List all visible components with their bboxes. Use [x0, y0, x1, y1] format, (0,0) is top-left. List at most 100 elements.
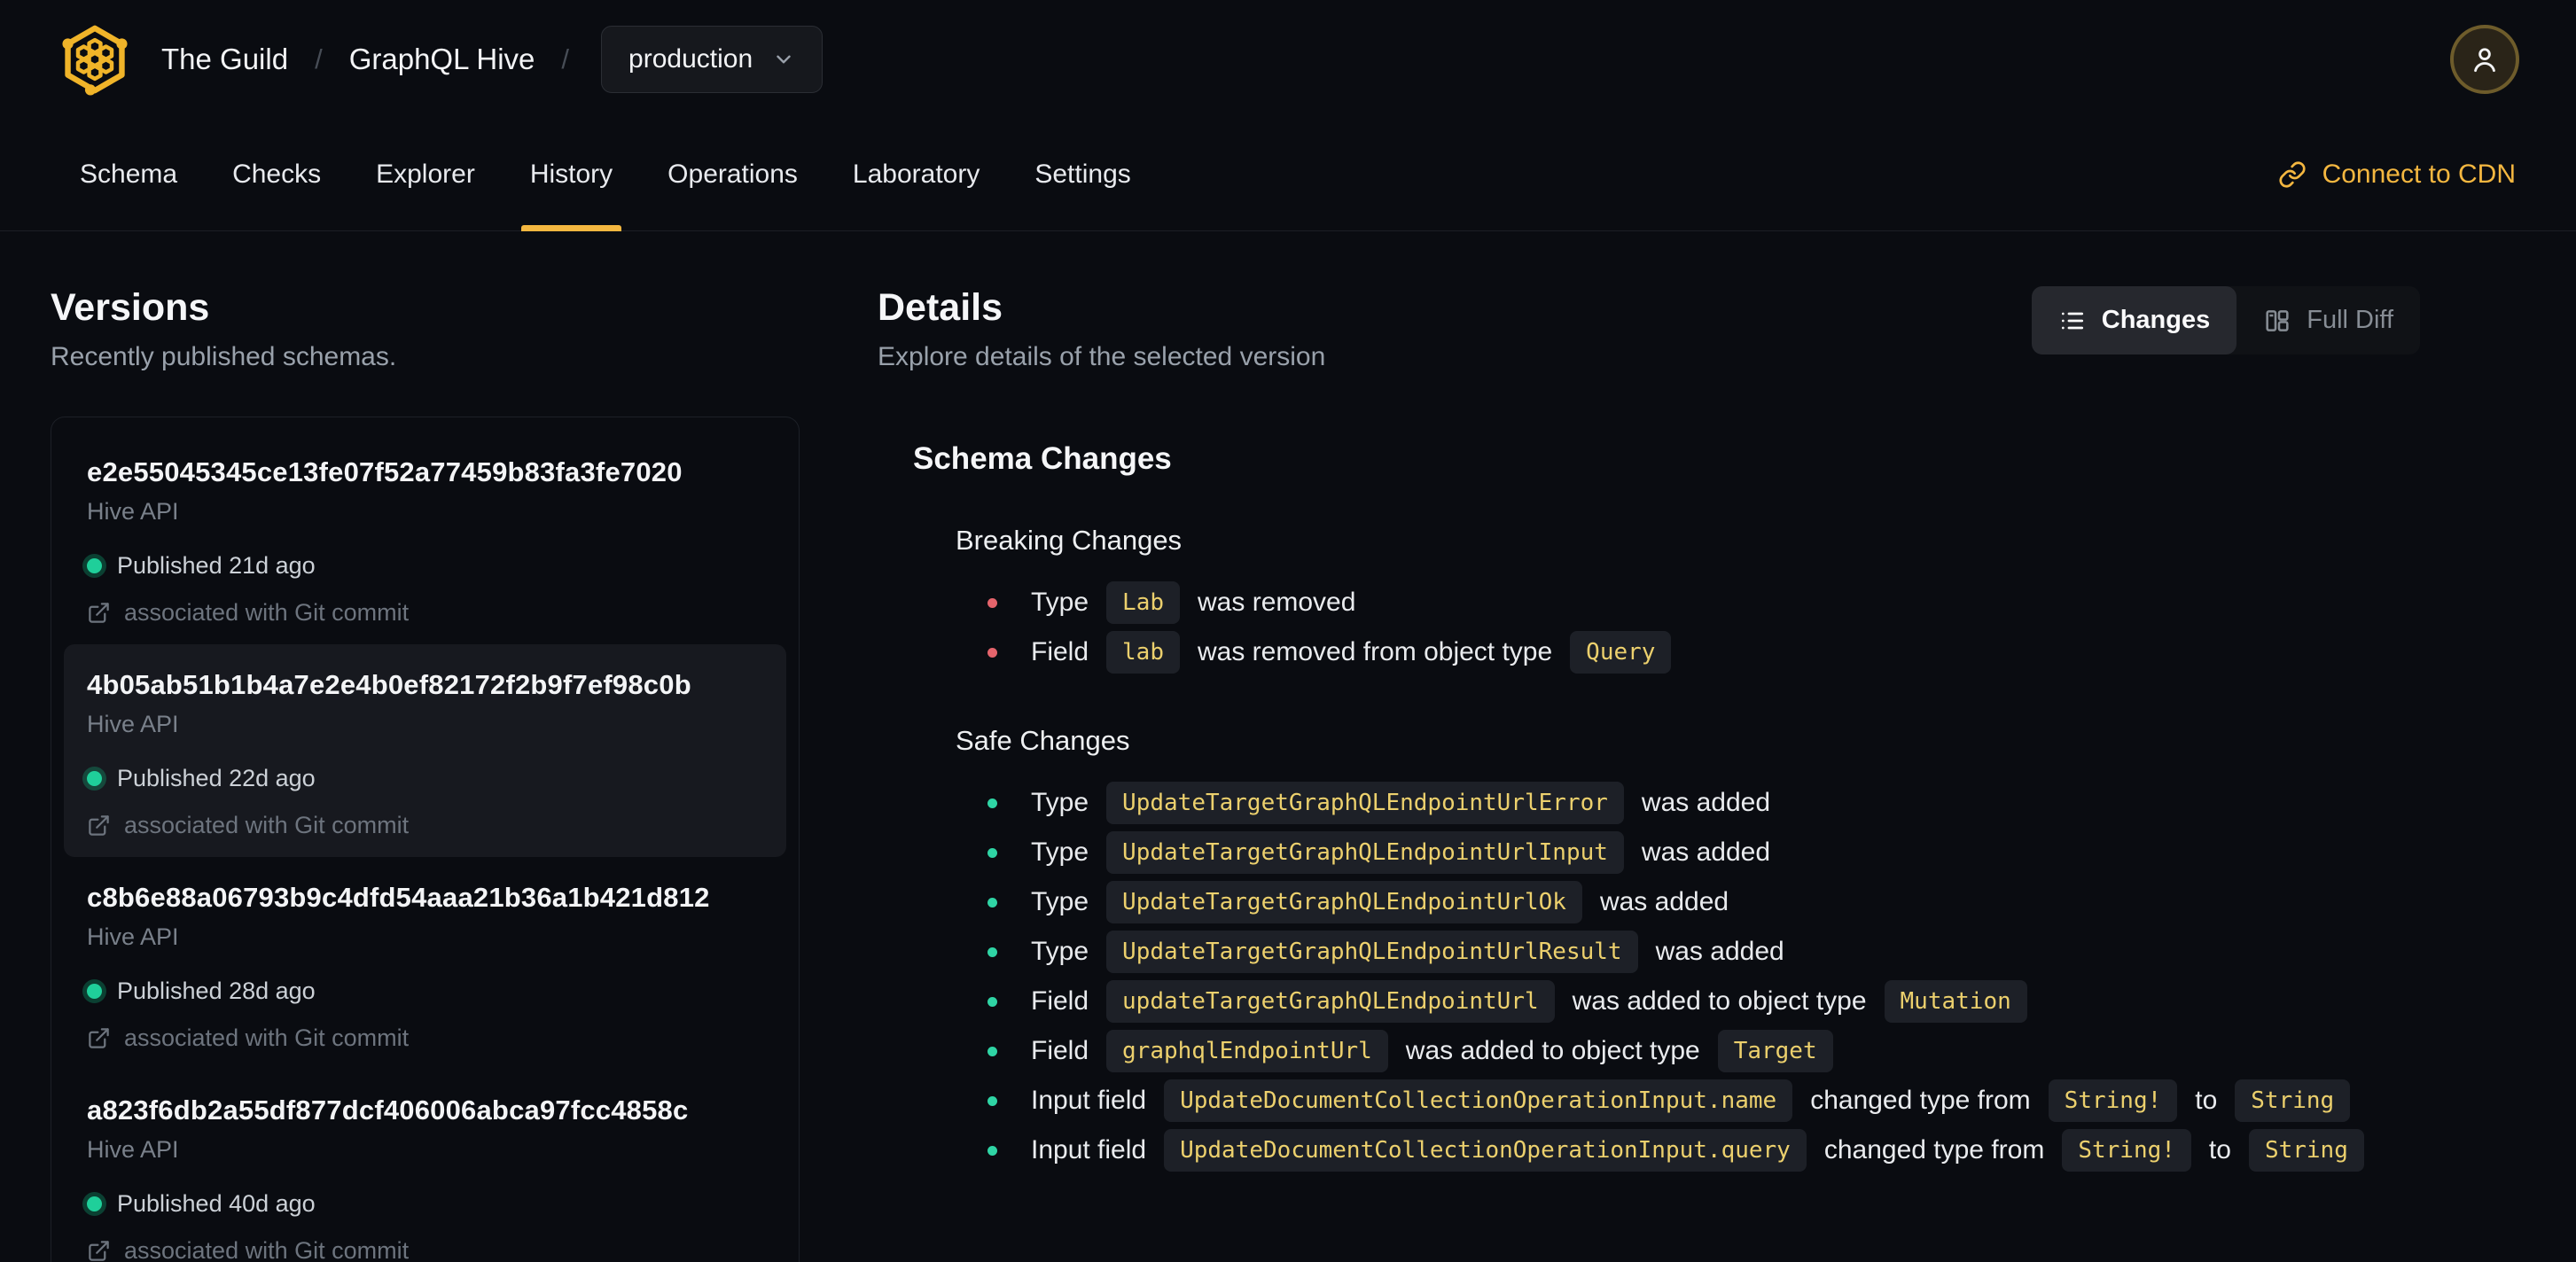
git-commit-link[interactable]: associated with Git commit [87, 1024, 763, 1052]
full-diff-view-button[interactable]: Full Diff [2236, 286, 2420, 354]
change-text: Type [1031, 788, 1089, 817]
change-row: Input field UpdateDocumentCollectionOpera… [987, 1076, 2525, 1126]
code-chip: String! [2048, 1079, 2178, 1122]
change-text: Type [1031, 588, 1089, 617]
breadcrumb: The Guild / GraphQL Hive / production [161, 26, 824, 93]
change-row: Input field UpdateDocumentCollectionOpera… [987, 1126, 2525, 1175]
tab-label: History [529, 160, 613, 189]
code-chip: Mutation [1884, 980, 2027, 1023]
version-card[interactable]: a823f6db2a55df877dcf406006abca97fcc4858c… [64, 1070, 786, 1262]
schema-changes-title: Schema Changes [913, 441, 1172, 476]
git-commit-text: associated with Git commit [124, 599, 410, 626]
version-published: Published 28d ago [87, 978, 763, 1005]
code-chip: Target [1717, 1030, 1833, 1072]
target-selector[interactable]: production [601, 26, 824, 93]
breadcrumb-project[interactable]: GraphQL Hive [349, 43, 535, 76]
full-diff-view-label: Full Diff [2307, 306, 2393, 334]
safe-bullet-icon [987, 996, 997, 1007]
tab-settings[interactable]: Settings [1034, 119, 1130, 230]
change-text: was removed from object type [1198, 637, 1553, 666]
change-text: Input field [1031, 1135, 1147, 1165]
connect-to-cdn-link[interactable]: Connect to CDN [2278, 119, 2516, 230]
code-chip: updateTargetGraphQLEndpointUrl [1106, 980, 1555, 1023]
details-panel: Details Explore details of the selected … [878, 267, 2525, 1262]
version-card[interactable]: 4b05ab51b1b4a7e2e4b0ef82172f2b9f7ef98c0b… [64, 644, 786, 857]
changes-view-button[interactable]: Changes [2031, 286, 2237, 354]
tab-schema[interactable]: Schema [80, 119, 177, 230]
version-hash: e2e55045345ce13fe07f52a77459b83fa3fe7020 [87, 456, 683, 487]
tab-laboratory[interactable]: Laboratory [853, 119, 980, 230]
safe-bullet-icon [987, 847, 997, 858]
breaking-bullet-icon [987, 597, 997, 608]
tab-label: Laboratory [852, 160, 980, 189]
change-text: Field [1031, 1036, 1089, 1065]
change-group-title: Breaking Changes [956, 525, 1183, 556]
change-row: Type UpdateTargetGraphQLEndpointUrlResult… [987, 927, 2525, 977]
breadcrumb-separator: / [315, 43, 323, 74]
code-chip: UpdateTargetGraphQLEndpointUrlError [1106, 782, 1624, 824]
version-hash: c8b6e88a06793b9c4dfd54aaa21b36a1b421d812 [87, 882, 710, 913]
version-service: Hive API [87, 923, 179, 950]
tab-history[interactable]: History [520, 119, 622, 231]
chevron-down-icon [772, 48, 795, 71]
change-row: Type UpdateTargetGraphQLEndpointUrlOk was … [987, 877, 2525, 927]
version-card[interactable]: e2e55045345ce13fe07f52a77459b83fa3fe7020… [64, 432, 786, 644]
code-chip: UpdateTargetGraphQLEndpointUrlInput [1106, 831, 1624, 874]
git-commit-text: associated with Git commit [124, 1024, 410, 1051]
details-heading-block: Details Explore details of the selected … [878, 267, 1325, 372]
breadcrumb-separator: / [561, 43, 570, 74]
change-list: Type Lab was removed Field lab was removed fr… [956, 578, 2525, 677]
tab-explorer[interactable]: Explorer [376, 119, 475, 230]
published-dot-icon [87, 771, 102, 786]
version-published: Published 21d ago [87, 552, 763, 580]
code-chip: Query [1570, 631, 1672, 674]
connect-to-cdn-label: Connect to CDN [2322, 160, 2516, 189]
published-text: Published 28d ago [117, 978, 316, 1004]
version-published: Published 40d ago [87, 1190, 763, 1218]
brand-row: The Guild / GraphQL Hive / production [57, 0, 2519, 119]
code-chip: UpdateTargetGraphQLEndpointUrlResult [1106, 931, 1638, 973]
change-text: was removed [1198, 588, 1356, 617]
change-text: to [2195, 1086, 2218, 1115]
change-text: Type [1031, 837, 1089, 867]
change-text: Type [1031, 887, 1089, 916]
target-selector-value: production [628, 44, 753, 74]
change-text: was added to object type [1572, 986, 1867, 1016]
git-commit-text: associated with Git commit [124, 1237, 410, 1262]
columns-diff-icon [2263, 307, 2291, 335]
git-commit-link[interactable]: associated with Git commit [87, 599, 763, 627]
version-service: Hive API [87, 711, 179, 737]
tab-operations[interactable]: Operations [667, 119, 798, 230]
changes-view-label: Changes [2101, 306, 2211, 334]
git-commit-link[interactable]: associated with Git commit [87, 812, 763, 839]
published-text: Published 40d ago [117, 1190, 316, 1217]
breadcrumb-org[interactable]: The Guild [161, 43, 288, 76]
change-text: Field [1031, 637, 1089, 666]
details-title: Details [878, 286, 1003, 329]
change-row: Type UpdateTargetGraphQLEndpointUrlError w… [987, 778, 2525, 828]
safe-bullet-icon [987, 946, 997, 957]
code-chip: graphqlEndpointUrl [1106, 1030, 1388, 1072]
user-avatar-button[interactable] [2450, 25, 2519, 94]
app-header: The Guild / GraphQL Hive / production Sc… [0, 0, 2576, 231]
code-chip: String [2248, 1129, 2364, 1172]
tab-label: Schema [80, 160, 178, 189]
change-list: Type UpdateTargetGraphQLEndpointUrlError w… [956, 778, 2525, 1175]
version-published: Published 22d ago [87, 765, 763, 792]
published-dot-icon [87, 1196, 102, 1211]
change-text: Input field [1031, 1086, 1147, 1115]
hive-logo-icon[interactable] [57, 21, 133, 97]
code-chip: UpdateTargetGraphQLEndpointUrlOk [1106, 881, 1582, 923]
details-header: Details Explore details of the selected … [878, 267, 2525, 372]
version-card[interactable]: c8b6e88a06793b9c4dfd54aaa21b36a1b421d812… [64, 857, 786, 1070]
change-row: Type UpdateTargetGraphQLEndpointUrlInput w… [987, 828, 2525, 877]
change-group-breaking: Breaking Changes Type Lab was removed Field l… [956, 525, 2525, 677]
tab-checks[interactable]: Checks [232, 119, 321, 230]
version-service: Hive API [87, 498, 179, 525]
git-commit-text: associated with Git commit [124, 812, 410, 838]
git-commit-link[interactable]: associated with Git commit [87, 1237, 763, 1262]
view-toggle: Changes Full Diff [2031, 286, 2420, 354]
code-chip: String [2235, 1079, 2351, 1122]
main-content: Versions Recently published schemas. e2e… [0, 231, 2576, 1262]
version-hash: a823f6db2a55df877dcf406006abca97fcc4858c [87, 1095, 689, 1126]
